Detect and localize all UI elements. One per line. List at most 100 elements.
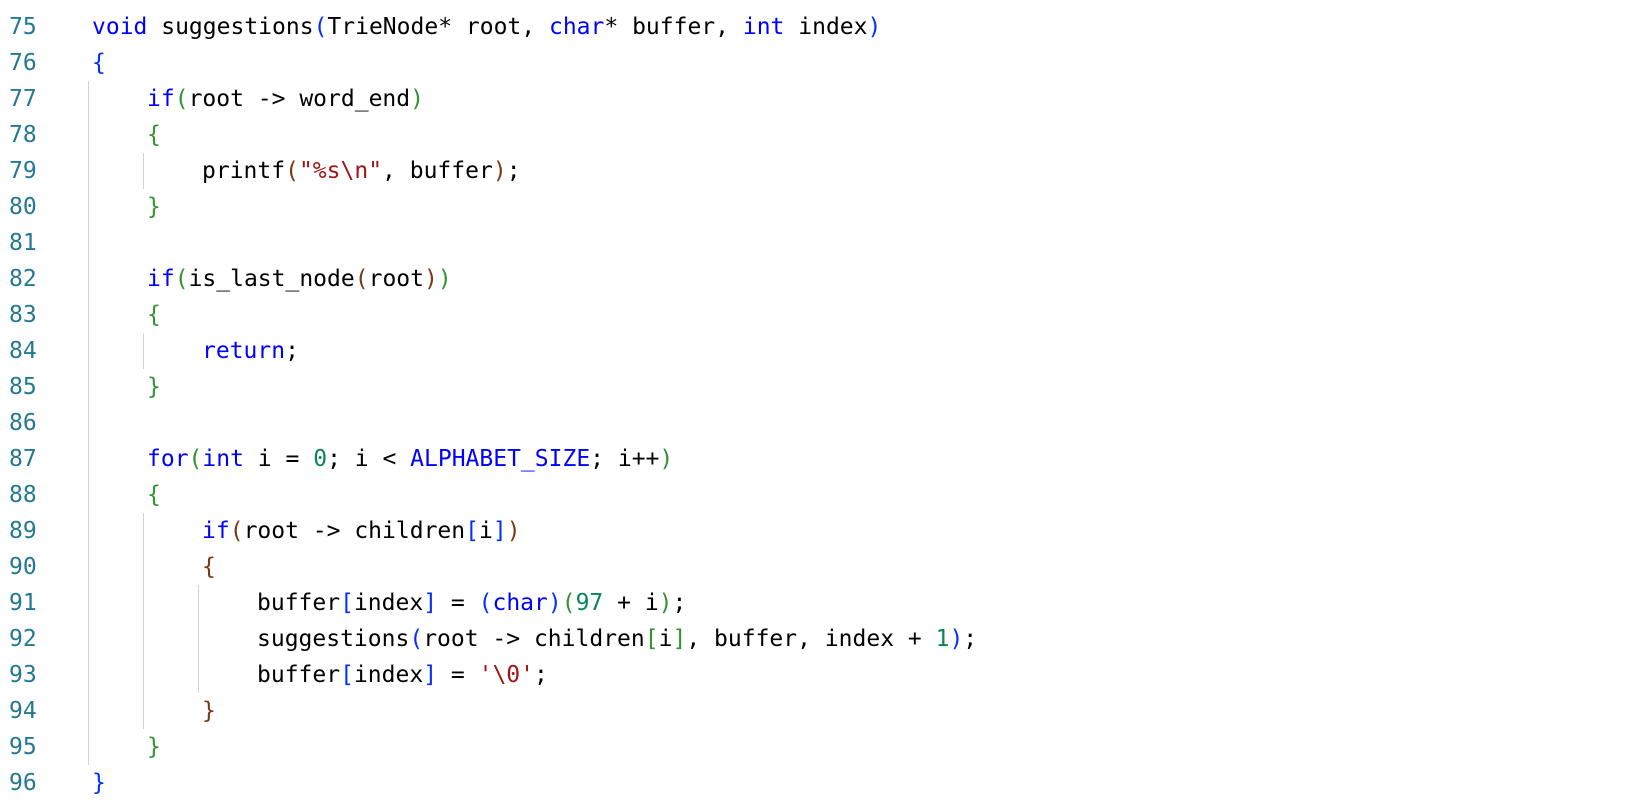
code-text: for(int i = 0; i < ALPHABET_SIZE; i++): [147, 441, 673, 477]
code-token: ): [423, 266, 438, 292]
code-token: int: [202, 446, 244, 472]
code-line[interactable]: 91 buffer[index] = (char)(97 + i);: [0, 585, 1641, 621]
code-editor[interactable]: 75 void suggestions(TrieNode* root, char*…: [0, 9, 1641, 799]
code-token: [: [340, 590, 354, 616]
code-token: (: [229, 518, 244, 544]
code-token: (: [174, 86, 189, 112]
indent-guide: [143, 657, 144, 693]
line-number: 89: [9, 518, 37, 544]
code-token: }: [147, 374, 161, 400]
line-number: 79: [9, 158, 37, 184]
code-token: ]: [423, 590, 438, 616]
indent-guide: [88, 441, 89, 477]
code-token: ): [410, 86, 424, 112]
code-line[interactable]: 79 printf("%s\n", buffer);: [0, 153, 1641, 189]
code-line[interactable]: 93 buffer[index] = '\0';: [0, 657, 1641, 693]
code-token: char: [492, 590, 548, 616]
code-text: if(root -> word_end): [147, 81, 424, 117]
code-line[interactable]: 90 {: [0, 549, 1641, 585]
code-token: 1: [935, 626, 950, 652]
code-line[interactable]: 75 void suggestions(TrieNode* root, char*…: [0, 9, 1641, 45]
code-token: if: [147, 86, 175, 112]
code-line[interactable]: 83 {: [0, 297, 1641, 333]
code-token: '\0': [478, 662, 534, 688]
code-line[interactable]: 82 if(is_last_node(root)): [0, 261, 1641, 297]
code-token: "%s\n": [298, 158, 383, 184]
code-token: void: [92, 14, 148, 40]
code-line[interactable]: 77 if(root -> word_end): [0, 81, 1641, 117]
code-text: }: [147, 369, 161, 405]
code-token: buffer: [257, 590, 341, 616]
code-token: root -> word_end: [188, 86, 411, 112]
indent-guide: [88, 729, 89, 765]
code-token: {: [147, 122, 161, 148]
code-line[interactable]: 96}: [0, 765, 1641, 801]
code-text: {: [147, 297, 161, 333]
code-token: root -> children: [423, 626, 645, 652]
indent-guide: [88, 477, 89, 513]
code-token: is_last_node: [188, 266, 355, 292]
code-text: void suggestions(TrieNode* root, char* b…: [92, 9, 881, 45]
code-line[interactable]: 88 {: [0, 477, 1641, 513]
code-token: ): [949, 626, 964, 652]
indent-guide: [88, 333, 89, 369]
code-token: =: [437, 590, 479, 616]
code-token: }: [92, 770, 106, 796]
code-line[interactable]: 76 {: [0, 45, 1641, 81]
code-token: }: [202, 698, 216, 724]
code-token: (: [313, 14, 328, 40]
line-number: 78: [9, 122, 37, 148]
indent-guide: [88, 585, 89, 621]
indent-guide: [88, 297, 89, 333]
code-line[interactable]: 94}: [0, 693, 1641, 729]
code-text: if(is_last_node(root)): [147, 261, 452, 297]
code-line[interactable]: 87 for(int i = 0; i < ALPHABET_SIZE; i++): [0, 441, 1641, 477]
code-text: return;: [202, 333, 299, 369]
code-text: buffer[index] = (char)(97 + i);: [257, 585, 686, 621]
code-token: {: [202, 554, 216, 580]
code-text: buffer[index] = '\0';: [257, 657, 548, 693]
code-line[interactable]: 86: [0, 405, 1641, 441]
indent-guide: [143, 621, 144, 657]
code-token: buffer: [257, 662, 341, 688]
code-line[interactable]: 78 {: [0, 117, 1641, 153]
code-token: [: [340, 662, 354, 688]
code-line[interactable]: 89 if(root -> children[i]): [0, 513, 1641, 549]
code-token: {: [92, 50, 106, 76]
code-token: (: [561, 590, 576, 616]
line-number: 92: [9, 626, 37, 652]
indent-guide: [88, 513, 89, 549]
code-token: ): [437, 266, 452, 292]
code-token: index: [353, 662, 424, 688]
line-number: 80: [9, 194, 37, 220]
indent-guide: [88, 405, 89, 441]
code-token: , buffer, index +: [686, 626, 936, 652]
code-line[interactable]: 95}: [0, 729, 1641, 765]
code-token: ;: [963, 626, 978, 652]
indent-guide: [88, 369, 89, 405]
indent-guide: [88, 621, 89, 657]
code-token: char: [548, 14, 605, 40]
code-line[interactable]: 92 suggestions(root -> children[i], buffe…: [0, 621, 1641, 657]
code-token: }: [147, 734, 161, 760]
code-token: ;: [285, 338, 299, 364]
indent-guide: [143, 549, 144, 585]
code-line[interactable]: 81: [0, 225, 1641, 261]
code-token: ): [492, 158, 507, 184]
code-line[interactable]: 85}: [0, 369, 1641, 405]
code-token: ALPHABET_SIZE: [410, 446, 591, 472]
code-token: ; i <: [327, 446, 411, 472]
code-token: (: [409, 626, 424, 652]
code-token: root: [368, 266, 424, 292]
code-line[interactable]: 84 return;: [0, 333, 1641, 369]
line-number: 95: [9, 734, 37, 760]
code-text: suggestions(root -> children[i], buffer,…: [257, 621, 977, 657]
indent-guide: [88, 261, 89, 297]
code-token: (: [354, 266, 369, 292]
code-token: ;: [672, 590, 687, 616]
code-token: =: [437, 662, 479, 688]
indent-guide: [88, 153, 89, 189]
code-token: index: [784, 14, 868, 40]
code-line[interactable]: 80}: [0, 189, 1641, 225]
code-token: root -> children: [243, 518, 466, 544]
